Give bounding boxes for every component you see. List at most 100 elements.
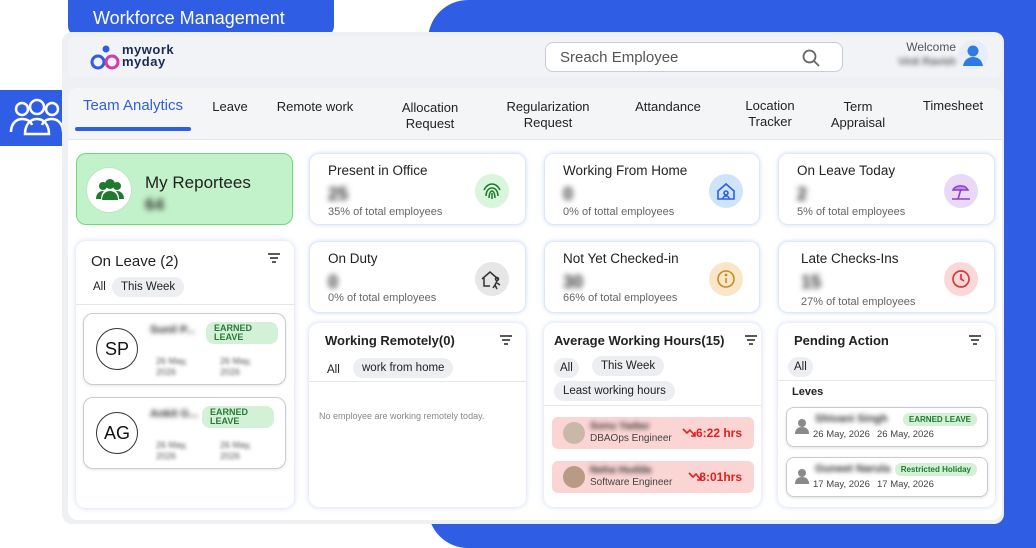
filter-icon[interactable] [969,335,981,345]
hours-value: 6:22 hrs [695,426,742,440]
my-reportees-count: 64 [145,195,164,214]
person-icon [795,419,809,434]
beach-umbrella-icon [944,174,978,208]
working-remotely-panel: Working Remotely(0) All work from home N… [309,323,526,507]
late-check-ins-card[interactable]: Late Checks-Ins 15 27% of total employee… [778,241,995,313]
from-year: 2026 [156,367,177,377]
working-remotely-title: Working Remotely(0) [325,333,455,348]
filter-icon[interactable] [500,335,512,345]
stat-label: On Leave Today [797,163,896,178]
trend-down-icon [682,428,696,437]
stat-sub: 0% of total employees [328,292,437,304]
on-duty-card[interactable]: On Duty 0 0% of total employees [309,241,526,313]
clock-icon [944,262,978,296]
not-yet-checked-in-card[interactable]: Not Yet Checked-in 30 66% of total emplo… [544,241,760,313]
leave-item[interactable]: AG Ankit G... EARNED LEAVE 26 May, 2026 … [83,397,286,469]
chip-work-from-home[interactable]: work from home [353,358,454,378]
leave-item[interactable]: SP Sunil P... EARNED LEAVE 26 May, 2026 … [83,313,286,385]
team-icon [9,98,65,136]
employee-name: Sonu Yadav [590,420,650,432]
filter-icon[interactable] [745,335,757,345]
stat-sub: 5% of total employees [797,206,906,218]
to-year: 2026 [220,451,241,461]
section-label: Leves [792,386,824,398]
tab-location-tracker[interactable]: Location Tracker [736,98,804,130]
stat-label: Late Checks-Ins [801,251,899,266]
employee-name: Shivani Singh [815,413,888,425]
from-date: 26 May, 2026 [813,429,870,440]
avg-hours-item[interactable]: Neha Hudda Software Engineer 8:01hrs [552,461,754,493]
person-icon [795,469,809,484]
chip-this-week[interactable]: This Week [592,356,665,376]
stat-sub: 66% of total employees [563,292,678,304]
my-reportees-title: My Reportees [145,173,251,192]
reportees-icon-circle [86,167,132,213]
chip-this-week[interactable]: This Week [112,277,185,297]
empty-message: No employee are working remotely today. [319,411,485,421]
pending-action-panel: Pending Action All Leves Shivani Singh E… [778,323,995,507]
tab-regularization-request[interactable]: Regularization Request [494,99,602,131]
to-date: 26 May, 2026 [877,429,934,440]
my-reportees-card[interactable]: My Reportees 64 [76,153,293,225]
stat-label: Present in Office [328,163,428,178]
employee-name: Sunil P... [150,324,196,336]
tab-term-appraisal[interactable]: Term Appraisal [820,99,896,131]
tab-timesheet[interactable]: Timesheet [914,98,992,114]
from-date: 17 May, 2026 [813,479,870,490]
leave-badge: EARNED LEAVE [902,413,977,426]
house-walk-icon [475,262,509,296]
tab-attendance[interactable]: Attandance [624,99,712,115]
chip-all[interactable]: All [84,277,115,297]
to-year: 2026 [220,367,241,377]
chip-least-working-hours[interactable]: Least working hours [554,381,675,401]
tab-leave[interactable]: Leave [206,99,254,115]
user-name: Vinit Ravish [898,56,956,68]
welcome-label: Welcome [906,40,956,54]
module-title: Workforce Management [68,0,334,36]
stat-value: 2 [797,184,808,204]
divider [544,405,761,406]
stat-label: On Duty [328,251,378,266]
avg-hours-title: Average Working Hours(15) [554,333,725,348]
employee-initials: AG [96,412,138,454]
chip-all[interactable]: All [788,357,813,377]
pending-item[interactable]: Shivani Singh EARNED LEAVE 26 May, 2026 … [786,407,988,447]
from-date: 26 May, [156,440,188,450]
pending-item[interactable]: Guneet Narula Restricted Holiday 17 May,… [786,457,988,497]
stat-value: 0 [328,272,339,292]
search-icon[interactable] [802,49,820,67]
working-from-home-card[interactable]: Working From Home 0 0% of tottal employe… [544,153,760,225]
employee-name: Neha Hudda [590,464,652,476]
app-logo: mywork myday [90,43,190,72]
chip-all[interactable]: All [554,358,579,378]
stat-value: 25 [328,184,349,204]
filter-icon[interactable] [268,253,280,263]
user-avatar[interactable] [958,40,988,70]
divider [76,304,294,305]
leave-badge: EARNED LEAVE [206,322,278,344]
chip-all[interactable]: All [321,360,346,380]
stat-sub: 35% of total employees [328,206,443,218]
on-leave-title: On Leave (2) [91,253,179,270]
top-bar [68,36,1002,78]
avatar [563,466,585,488]
present-in-office-card[interactable]: Present in Office 25 35% of total employ… [309,153,526,225]
search-input[interactable]: Sreach Employee [545,42,843,72]
to-date: 26 May, [220,440,252,450]
stat-sub: 0% of tottal employees [563,206,675,218]
stat-value: 30 [563,272,584,292]
tab-remote-work[interactable]: Remote work [268,99,362,115]
average-working-hours-panel: Average Working Hours(15) All This Week … [544,323,761,507]
on-leave-today-card[interactable]: On Leave Today 2 5% of total employees [778,153,995,225]
tab-team-analytics[interactable]: Team Analytics [75,98,191,114]
divider [778,380,995,381]
employee-role: DBAOps Engineer [590,433,672,444]
stat-label: Not Yet Checked-in [563,251,679,266]
leave-badge: EARNED LEAVE [202,406,274,428]
employee-name: Ankit G... [150,408,199,420]
tab-allocation-request[interactable]: Allocation Request [390,100,470,132]
avg-hours-item[interactable]: Sonu Yadav DBAOps Engineer 6:22 hrs [552,417,754,449]
stat-value: 0 [563,184,574,204]
welcome-block: Welcome Vinit Ravish [870,40,956,68]
employee-name: Guneet Narula [815,463,891,475]
